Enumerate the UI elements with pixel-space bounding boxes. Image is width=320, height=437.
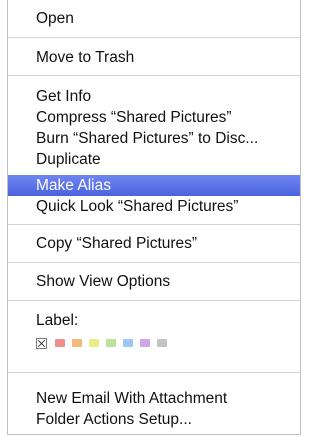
menu-item-get-info[interactable]: Get Info bbox=[8, 86, 300, 107]
menu-separator bbox=[8, 75, 300, 76]
menu-item-duplicate[interactable]: Duplicate bbox=[8, 149, 300, 170]
menu-separator bbox=[8, 372, 300, 373]
menu-item-quick-look[interactable]: Quick Look “Shared Pictures” bbox=[8, 196, 300, 217]
label-orange-swatch[interactable] bbox=[72, 339, 82, 347]
menu-separator bbox=[8, 37, 300, 38]
menu-item-new-email-with-attachment[interactable]: New Email With Attachment bbox=[8, 388, 300, 409]
context-menu: Open Move to Trash Get Info Compress “Sh… bbox=[7, 0, 301, 435]
menu-item-open[interactable]: Open bbox=[8, 8, 300, 29]
menu-item-burn-to-disc[interactable]: Burn “Shared Pictures” to Disc... bbox=[8, 128, 300, 149]
label-blue-swatch[interactable] bbox=[123, 339, 133, 347]
label-heading: Label: bbox=[36, 312, 79, 329]
menu-item-copy[interactable]: Copy “Shared Pictures” bbox=[8, 233, 300, 254]
label-green-swatch[interactable] bbox=[106, 339, 116, 347]
menu-separator bbox=[8, 300, 300, 301]
label-yellow-swatch[interactable] bbox=[89, 339, 99, 347]
menu-separator bbox=[8, 224, 300, 225]
menu-item-show-view-options[interactable]: Show View Options bbox=[8, 271, 300, 292]
label-red-swatch[interactable] bbox=[55, 339, 65, 347]
menu-separator bbox=[8, 262, 300, 263]
label-swatches bbox=[36, 336, 174, 350]
menu-item-move-to-trash[interactable]: Move to Trash bbox=[8, 47, 300, 68]
label-none-swatch[interactable] bbox=[36, 337, 47, 349]
menu-item-compress[interactable]: Compress “Shared Pictures” bbox=[8, 107, 300, 128]
label-gray-swatch[interactable] bbox=[157, 339, 167, 347]
menu-item-folder-actions-setup[interactable]: Folder Actions Setup... bbox=[8, 409, 300, 430]
menu-item-make-alias[interactable]: Make Alias bbox=[8, 175, 300, 196]
label-purple-swatch[interactable] bbox=[140, 339, 150, 347]
